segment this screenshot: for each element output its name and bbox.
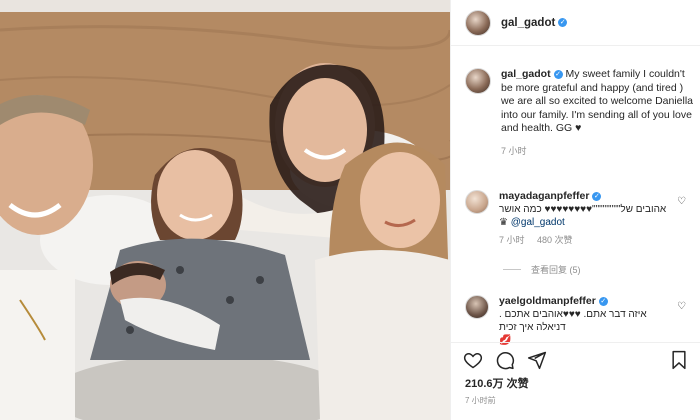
kiss-icon: 💋	[499, 335, 512, 346]
comment-text: אהובים של""""""""♥♥♥♥♥♥♥♥ כמה אושר	[499, 204, 667, 215]
comment-like-heart-icon[interactable]: ♡	[677, 196, 686, 207]
post-header: gal_gadot ✓	[451, 0, 700, 46]
comment-text: איזה דבר אתם. ♥♥♥אוהבים אתכם . דניאלה אי…	[499, 309, 647, 333]
post-caption: gal_gadot ✓ My sweet family I couldn't be…	[465, 68, 693, 158]
commenter-username[interactable]: mayadaganpfeffer	[499, 190, 589, 202]
likes-count[interactable]: 210.6万 次赞	[465, 375, 529, 391]
verified-badge-icon: ✓	[558, 18, 568, 27]
comment-like-heart-icon[interactable]: ♡	[677, 301, 686, 312]
author-avatar[interactable]	[465, 9, 491, 36]
commenter-username[interactable]: yaelgoldmanpfeffer	[499, 295, 596, 307]
actions-divider	[451, 342, 700, 343]
view-replies-label[interactable]: 查看回复 (5)	[531, 263, 581, 276]
comment-likes[interactable]: 480 次赞	[537, 235, 573, 245]
caption-time: 7 小时	[501, 145, 527, 156]
verified-badge-icon: ✓	[598, 297, 608, 306]
replies-divider	[503, 269, 521, 270]
verified-badge-icon: ✓	[592, 192, 602, 201]
commenter-avatar[interactable]	[465, 295, 489, 319]
post-photo[interactable]	[0, 0, 450, 420]
save-bookmark-icon[interactable]	[669, 350, 689, 370]
like-heart-icon[interactable]	[463, 350, 483, 370]
action-bar	[463, 350, 691, 372]
crown-icon: ♛	[499, 217, 508, 228]
comment-mention[interactable]: @gal_gadot	[511, 217, 565, 228]
caption-avatar[interactable]	[465, 68, 491, 94]
view-replies[interactable]: 查看回复 (5)	[503, 263, 581, 276]
post-view: gal_gadot ✓ gal_gadot ✓ My sweet family I…	[0, 0, 700, 420]
verified-badge-icon: ✓	[553, 70, 563, 79]
comment-item: mayadaganpfeffer ✓ אהובים של""""""""♥♥♥♥♥…	[465, 190, 693, 247]
comment-bubble-icon[interactable]	[495, 350, 515, 370]
post-side-panel: gal_gadot ✓ gal_gadot ✓ My sweet family I…	[450, 0, 700, 420]
author-username[interactable]: gal_gadot	[501, 17, 555, 29]
comment-time: 7 小时	[499, 235, 525, 245]
post-timestamp: 7 小时前	[465, 396, 496, 405]
commenter-avatar[interactable]	[465, 190, 489, 214]
caption-username[interactable]: gal_gadot	[501, 68, 551, 80]
family-photo-illustration	[0, 0, 450, 420]
comment-item: yaelgoldmanpfeffer ✓ איזה דבר אתם. ♥♥♥אוה…	[465, 295, 693, 347]
share-send-icon[interactable]	[527, 350, 547, 370]
